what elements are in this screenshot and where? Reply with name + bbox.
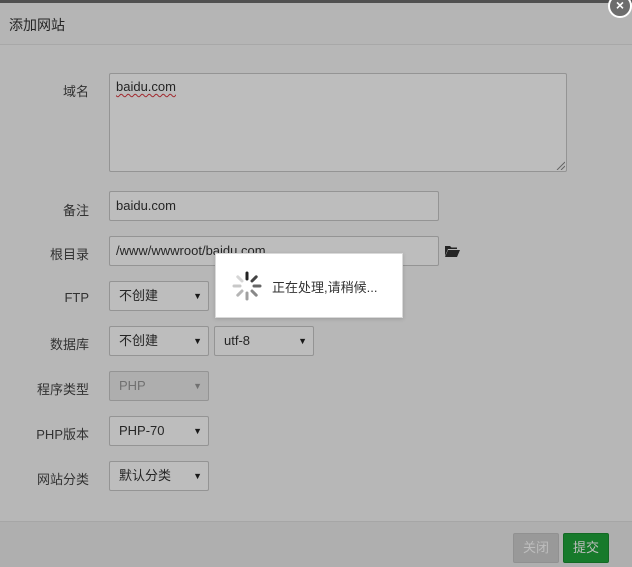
spinner-icon xyxy=(232,271,262,301)
loading-box: 正在处理,请稍候... xyxy=(215,253,403,318)
loading-message: 正在处理,请稍候... xyxy=(272,280,378,295)
